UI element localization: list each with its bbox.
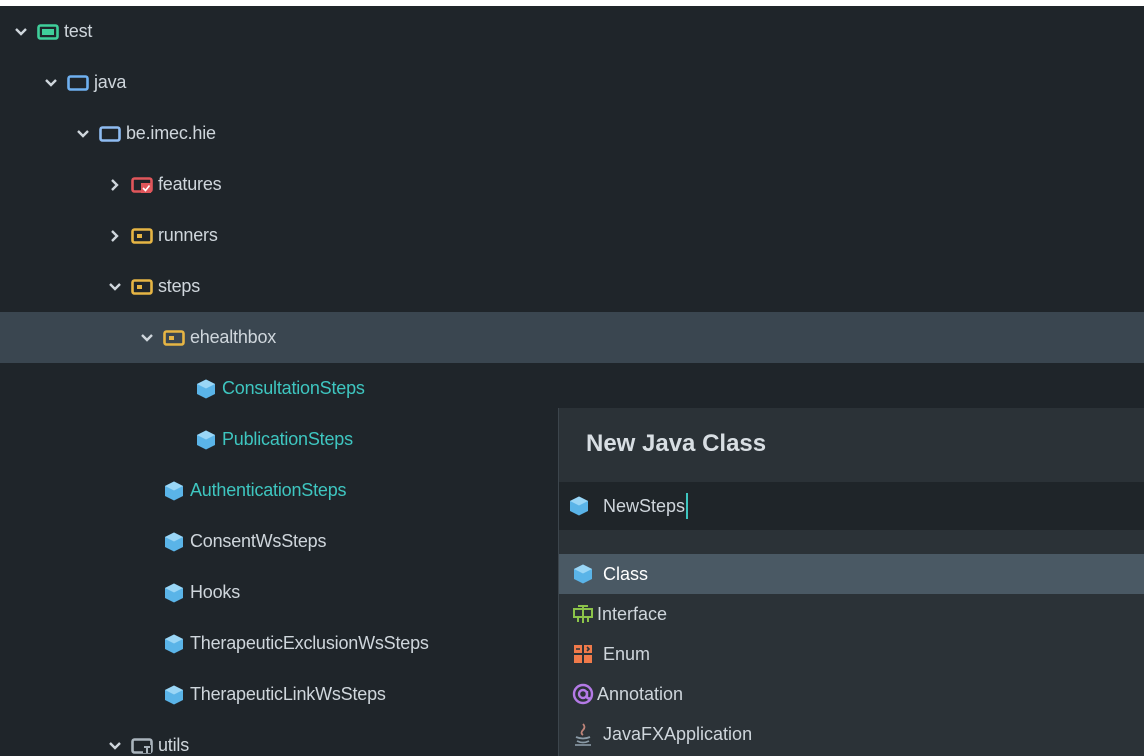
class-icon — [162, 480, 186, 502]
option-label: Enum — [603, 643, 651, 664]
chevron-down-icon[interactable] — [40, 72, 62, 94]
class-icon — [567, 495, 591, 517]
option-label: Class — [603, 563, 649, 584]
tree-item-ehealthbox[interactable]: ehealthbox — [0, 312, 1144, 363]
tree-item-java[interactable]: java — [0, 57, 1144, 108]
tree-item-label: TherapeuticLinkWsSteps — [190, 684, 386, 704]
class-icon — [571, 563, 595, 585]
tree-item-label: ConsentWsSteps — [190, 531, 327, 551]
chevron-down-icon[interactable] — [104, 735, 126, 756]
enum-icon — [571, 643, 595, 665]
annotation-icon — [571, 683, 595, 705]
class-icon — [162, 582, 186, 604]
class-icon — [162, 633, 186, 655]
interface-icon — [571, 603, 595, 625]
chevron-right-icon[interactable] — [104, 174, 126, 196]
tree-item-runners[interactable]: runners — [0, 210, 1144, 261]
class-icon — [194, 378, 218, 400]
class-name-field[interactable]: NewSteps — [559, 482, 1144, 530]
tree-item-label: runners — [158, 225, 218, 245]
text-caret — [686, 493, 689, 519]
tree-item-be-imec-hie[interactable]: be.imec.hie — [0, 108, 1144, 159]
tree-item-label: test — [64, 21, 93, 41]
kind-option-annotation[interactable]: Annotation — [559, 674, 1144, 714]
new-java-class-dialog: New Java Class NewSteps Class Interface … — [558, 408, 1144, 756]
class-name-input[interactable]: NewSteps — [603, 496, 685, 517]
tree-item-label: ConsultationSteps — [222, 378, 365, 398]
package-icon — [130, 735, 154, 756]
kind-option-javafxapplication[interactable]: JavaFXApplication — [559, 714, 1144, 754]
test-folder-icon — [36, 21, 60, 43]
chevron-down-icon[interactable] — [104, 276, 126, 298]
tree-item-test[interactable]: test — [0, 6, 1144, 57]
kind-option-interface[interactable]: Interface — [559, 594, 1144, 634]
tree-item-label: Hooks — [190, 582, 241, 602]
package-folder-icon — [98, 123, 122, 145]
option-label: Interface — [597, 603, 668, 624]
class-icon — [162, 531, 186, 553]
resource-folder-icon — [130, 174, 154, 196]
tree-item-consultationsteps[interactable]: ConsultationSteps — [0, 363, 1144, 414]
tree-item-label: TherapeuticExclusionWsSteps — [190, 633, 429, 653]
dialog-title: New Java Class — [586, 430, 767, 457]
kind-option-enum[interactable]: Enum — [559, 634, 1144, 674]
class-icon — [194, 429, 218, 451]
class-icon — [162, 684, 186, 706]
chevron-down-icon[interactable] — [10, 21, 32, 43]
tree-item-steps[interactable]: steps — [0, 261, 1144, 312]
option-label: JavaFXApplication — [603, 723, 753, 744]
tree-item-label: be.imec.hie — [126, 123, 216, 143]
tree-item-label: java — [94, 72, 127, 92]
tree-item-label: utils — [158, 735, 190, 755]
option-label: Annotation — [597, 683, 684, 704]
tree-item-label: AuthenticationSteps — [190, 480, 347, 500]
package-icon — [162, 327, 186, 349]
source-folder-icon — [66, 72, 90, 94]
tree-item-label: PublicationSteps — [222, 429, 353, 449]
javafx-icon — [571, 723, 595, 746]
tree-item-features[interactable]: features — [0, 159, 1144, 210]
kind-option-class[interactable]: Class — [559, 554, 1144, 594]
chevron-down-icon[interactable] — [72, 123, 94, 145]
tree-item-label: features — [158, 174, 222, 194]
package-icon — [130, 276, 154, 298]
tree-item-label: steps — [158, 276, 201, 296]
tree-item-label: ehealthbox — [190, 327, 277, 347]
package-icon — [130, 225, 154, 247]
chevron-right-icon[interactable] — [104, 225, 126, 247]
chevron-down-icon[interactable] — [136, 327, 158, 349]
